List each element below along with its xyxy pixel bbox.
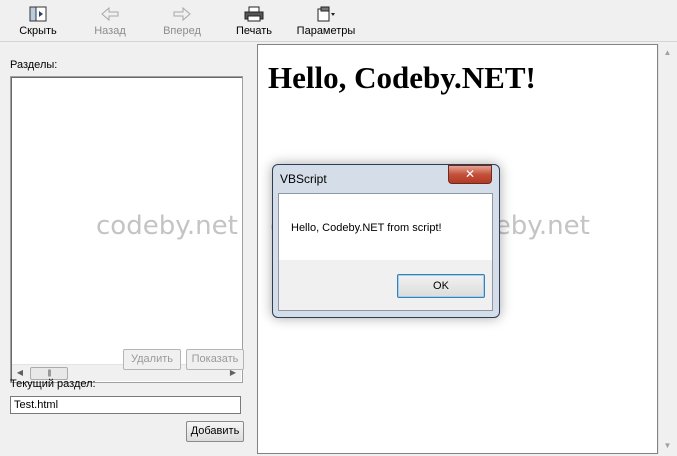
vertical-scrollbar[interactable]: ▲ ▼ <box>658 44 676 454</box>
page-heading: Hello, Codeby.NET! <box>268 60 536 95</box>
scroll-down-icon[interactable]: ▼ <box>659 437 676 454</box>
delete-button[interactable]: Удалить <box>123 349 181 370</box>
hide-button[interactable]: Скрыть <box>12 2 64 40</box>
print-label: Печать <box>235 25 273 37</box>
dialog-body: Hello, Codeby.NET from script! OK <box>278 193 493 311</box>
dialog-message: Hello, Codeby.NET from script! <box>291 222 442 234</box>
current-section-input[interactable]: Test.html <box>10 396 241 414</box>
forward-label: Вперед <box>163 25 201 37</box>
options-label: Параметры <box>296 25 356 37</box>
current-section-label: Текущий раздел: <box>10 378 96 390</box>
forward-button[interactable]: Вперед <box>158 2 206 40</box>
hide-label: Скрыть <box>19 25 57 37</box>
close-button[interactable]: ✕ <box>448 165 492 184</box>
printer-icon <box>244 6 264 22</box>
dialog-title: VBScript <box>280 172 327 186</box>
back-arrow-icon <box>101 6 119 22</box>
vbscript-dialog: VBScript ✕ Hello, Codeby.NET from script… <box>272 164 500 318</box>
options-icon <box>317 6 335 22</box>
ok-button[interactable]: OK <box>397 274 485 298</box>
scroll-up-icon[interactable]: ▲ <box>659 44 676 61</box>
close-icon: ✕ <box>464 167 476 181</box>
back-label: Назад <box>94 25 126 37</box>
show-button[interactable]: Показать <box>186 349 244 370</box>
add-button[interactable]: Добавить <box>186 421 244 442</box>
toolbar: Скрыть Назад Вперед Печать Параметры <box>0 0 677 42</box>
forward-arrow-icon <box>173 6 191 22</box>
hide-icon <box>29 6 47 22</box>
back-button[interactable]: Назад <box>86 2 134 40</box>
watermark-text: codeby.net <box>96 211 238 241</box>
left-pane: Разделы: ◀ ||| ▶ Удалить Показать Текущи… <box>0 42 252 456</box>
sections-label: Разделы: <box>10 59 58 71</box>
print-button[interactable]: Печать <box>230 2 278 40</box>
dialog-message-area: Hello, Codeby.NET from script! <box>279 194 492 260</box>
options-button[interactable]: Параметры <box>294 2 358 40</box>
